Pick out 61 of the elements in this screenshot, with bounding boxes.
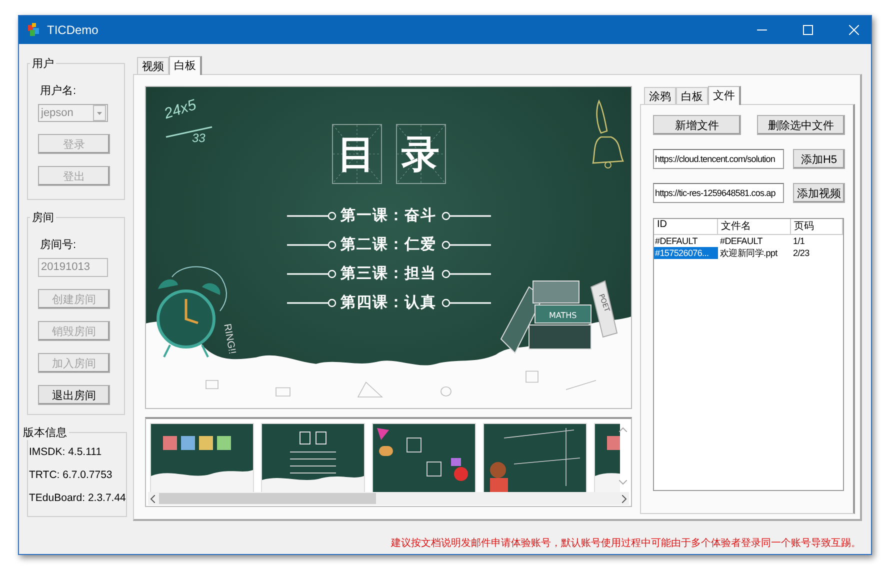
room-number-label: 房间号:	[40, 238, 78, 252]
scroll-left-icon[interactable]	[150, 494, 155, 502]
lesson-title: 第四课：认真	[340, 293, 436, 312]
column-header[interactable]: 页码	[791, 219, 843, 234]
group-title: 用户	[31, 56, 55, 71]
lesson-title: 第二课：仁爱	[340, 235, 436, 254]
tab[interactable]: 涂鸦	[644, 87, 676, 104]
list-row[interactable]: #DEFAULT #DEFAULT 1/1	[654, 235, 843, 247]
group-title: 版本信息	[22, 426, 68, 440]
maximize-icon[interactable]	[803, 25, 813, 35]
list-row[interactable]: #157526076... 欢迎新同学.ppt 2/23	[654, 247, 843, 259]
room-button[interactable]: 退出房间	[38, 385, 110, 405]
line-ornament	[286, 240, 336, 250]
line-ornament	[286, 268, 336, 278]
scroll-up-icon[interactable]	[619, 427, 627, 432]
version-text: TRTC: 6.7.0.7753	[29, 469, 114, 481]
table-cell-text: 2/23	[792, 247, 810, 259]
line-ornament	[440, 268, 490, 278]
table-cell: #157526076...	[654, 247, 718, 259]
file-button[interactable]: 删除选中文件	[757, 115, 845, 135]
table-cell-text: #DEFAULT	[719, 235, 764, 247]
notice-text: 建议按文档说明发邮件申请体验账号，默认账号使用过程中可能由于多个体验者登录同一个账号导致互踢。	[391, 536, 861, 550]
add-button[interactable]: 添加H5	[793, 149, 845, 169]
formula-text: 33	[192, 131, 206, 145]
scrollbar-thumb[interactable]	[159, 493, 376, 504]
scroll-right-icon[interactable]	[622, 494, 627, 502]
column-header[interactable]: 文件名	[718, 219, 791, 234]
window-title: TICDemo	[47, 23, 98, 37]
lesson-title: 第一课：奋斗	[340, 206, 436, 225]
ring-text: RING!!	[221, 323, 238, 355]
horizontal-scrollbar[interactable]	[148, 492, 629, 505]
add-button[interactable]: 添加视频	[793, 183, 845, 203]
table-cell-text: 欢迎新同学.ppt	[719, 247, 778, 259]
url-field[interactable]: https://cloud.tencent.com/solution	[653, 149, 784, 169]
close-icon[interactable]	[849, 25, 859, 35]
title-character: 录	[396, 124, 446, 184]
tab[interactable]: 视频	[137, 57, 169, 74]
group-title: 房间	[31, 210, 55, 225]
table-cell-text: 1/1	[792, 235, 806, 247]
line-ornament	[440, 240, 490, 250]
line-ornament	[440, 210, 490, 220]
formula-text: 24x5	[162, 96, 198, 123]
title-character: 目	[332, 124, 382, 184]
username-label: 用户名:	[40, 84, 78, 98]
tab[interactable]: 白板	[676, 87, 708, 104]
line-ornament	[286, 210, 336, 220]
book-title: MATHS	[549, 311, 577, 320]
url-field[interactable]: https://tic-res-1259648581.cos.ap	[653, 183, 784, 203]
column-header[interactable]: ID	[654, 219, 718, 234]
line-ornament	[286, 298, 336, 308]
version-text: TEduBoard: 2.3.7.44	[29, 492, 126, 504]
bell-icon	[591, 97, 625, 169]
version-text: IMSDK: 4.5.111	[29, 446, 103, 458]
line-ornament	[440, 298, 490, 308]
file-button[interactable]: 新增文件	[653, 115, 741, 135]
app-icon	[27, 23, 41, 37]
lesson-title: 第三课：担当	[340, 264, 436, 283]
tab[interactable]: 文件	[708, 86, 741, 105]
vertical-scrollbar[interactable]	[619, 427, 627, 485]
tab[interactable]: 白板	[169, 56, 202, 75]
table-cell-text: #DEFAULT	[654, 235, 698, 247]
